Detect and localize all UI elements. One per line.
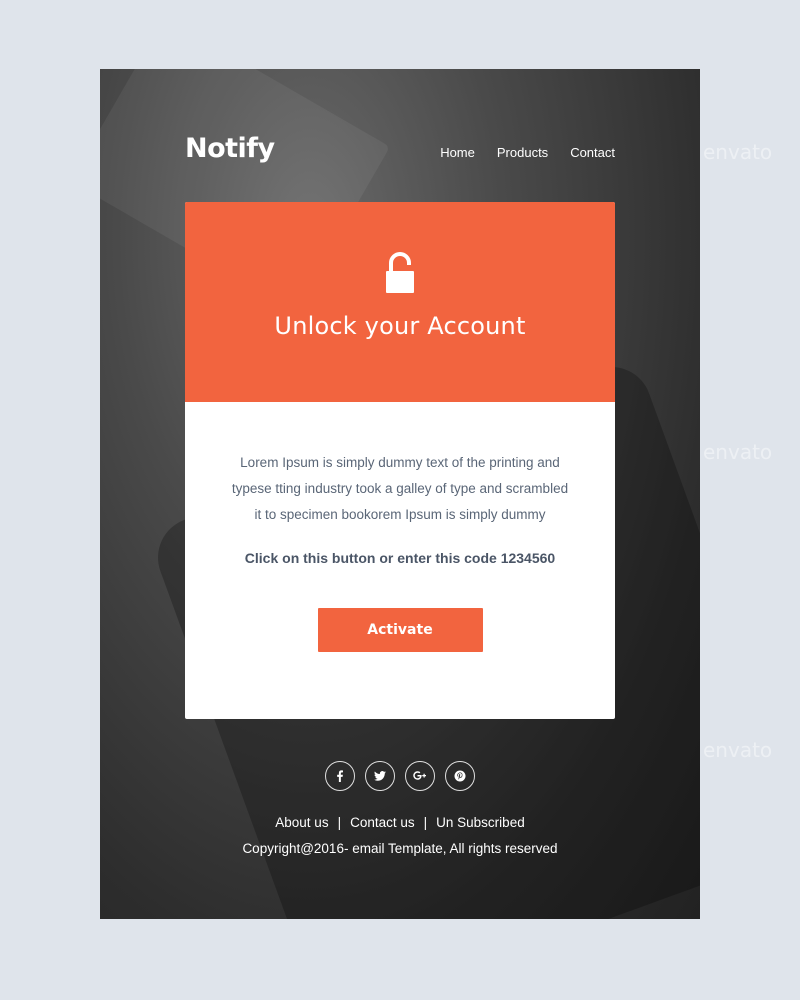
watermark: envato [703,738,773,762]
pinterest-icon [454,770,466,782]
contact-us-link[interactable]: Contact us [350,815,415,830]
twitter-button[interactable] [365,761,395,791]
twitter-icon [374,771,386,781]
activation-code-text: Click on this button or enter this code … [244,550,556,566]
card-header: Unlock your Account [185,202,615,402]
separator: | [423,815,428,830]
about-us-link[interactable]: About us [275,815,328,830]
separator: | [337,815,342,830]
unsubscribe-link[interactable]: Un Subscribed [436,815,525,830]
body-paragraph: Lorem Ipsum is simply dummy text of the … [231,455,569,522]
top-nav: Home Products Contact [440,145,615,160]
watermark: envato [703,140,773,164]
google-plus-button[interactable] [405,761,435,791]
unlock-icon [385,252,415,294]
email-template: Notify Home Products Contact Unlock your… [100,69,700,919]
watermark: envato [703,440,773,464]
unlock-card: Unlock your Account Lorem Ipsum is simpl… [185,202,615,719]
nav-home-link[interactable]: Home [440,145,475,160]
brand-logo[interactable]: Notify [185,133,275,164]
card-title: Unlock your Account [274,312,526,340]
nav-contact-link[interactable]: Contact [570,145,615,160]
activate-button[interactable]: Activate [317,608,483,652]
pinterest-button[interactable] [445,761,475,791]
copyright-text: Copyright@2016- email Template, All righ… [242,841,558,856]
footer-links: About us | Contact us | Un Subscribed [100,815,700,830]
facebook-button[interactable] [325,761,355,791]
social-links [100,761,700,791]
card-body: Lorem Ipsum is simply dummy text of the … [185,402,615,652]
nav-products-link[interactable]: Products [497,145,548,160]
facebook-icon [337,770,343,782]
google-plus-icon [413,771,426,780]
